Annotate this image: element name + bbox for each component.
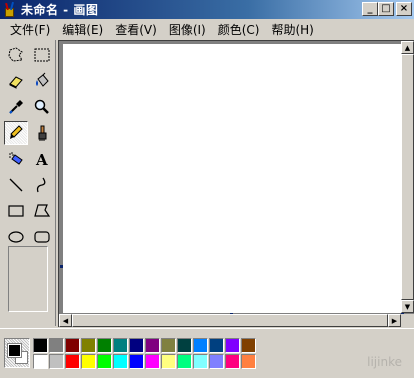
vertical-scroll-thumb[interactable] [401,54,414,300]
rect-select-tool[interactable] [30,43,54,67]
curve-icon [36,177,46,193]
palette-color-swatch[interactable] [81,338,96,353]
palette-color-swatch[interactable] [33,354,48,369]
palette-color-swatch[interactable] [209,338,224,353]
close-button[interactable]: × [396,2,412,16]
horizontal-scrollbar[interactable]: ◀ ▶ [59,314,401,327]
palette-color-swatch[interactable] [65,354,80,369]
palette-color-swatch[interactable] [193,354,208,369]
line-tool[interactable] [4,173,28,197]
fill-bucket-icon [36,72,49,87]
palette-color-swatch[interactable] [49,354,64,369]
palette-color-swatch[interactable] [177,338,192,353]
menu-edit[interactable]: 编辑(E) [56,21,109,38]
tool-options-panel[interactable] [8,246,48,312]
magnifier-tool[interactable] [30,95,54,119]
eraser-icon [9,76,23,89]
menu-view[interactable]: 查看(V) [109,21,163,38]
free-select-tool[interactable] [4,43,28,67]
airbrush-tool[interactable] [4,147,28,171]
window-title: 未命名 - 画图 [21,3,99,17]
magnifier-icon [34,99,49,114]
pencil-tool[interactable] [4,121,28,145]
color-picker-tool[interactable] [4,95,28,119]
palette-color-swatch[interactable] [161,338,176,353]
text-tool[interactable]: A [30,147,54,171]
palette-color-swatch[interactable] [145,354,160,369]
menu-image[interactable]: 图像(I) [163,21,212,38]
palette-color-swatch[interactable] [145,338,160,353]
rectangle-tool[interactable] [4,199,28,223]
curve-tool[interactable] [30,173,54,197]
rectangle-icon [8,205,24,217]
paint-app-icon[interactable] [2,1,18,18]
vertical-scrollbar[interactable]: ▲ ▼ [401,41,414,313]
ellipse-icon [8,231,24,243]
menu-file[interactable]: 文件(F) [4,21,56,38]
maximize-button[interactable]: □ [378,2,394,16]
resize-handle-left [60,265,63,268]
palette-color-swatch[interactable] [177,354,192,369]
line-icon [9,178,23,192]
palette-color-swatch[interactable] [225,354,240,369]
menu-colors[interactable]: 颜色(C) [212,21,266,38]
palette-color-swatch[interactable] [129,338,144,353]
polygon-icon [34,204,51,217]
rect-select-icon [34,48,50,62]
minimize-button[interactable]: _ [362,2,378,16]
palette-color-swatch[interactable] [161,354,176,369]
scrollbar-corner [401,314,414,327]
palette-color-swatch[interactable] [241,354,256,369]
scroll-right-button[interactable]: ▶ [388,314,401,327]
horizontal-scroll-thumb[interactable] [72,314,388,327]
menu-bar: 文件(F) 编辑(E) 查看(V) 图像(I) 颜色(C) 帮助(H) [0,19,414,39]
scroll-up-button[interactable]: ▲ [401,41,414,54]
airbrush-icon [9,152,23,165]
pencil-icon [10,125,23,139]
palette-color-swatch[interactable] [209,354,224,369]
scroll-left-button[interactable]: ◀ [59,314,72,327]
watermark-text: lijinke [367,355,402,369]
palette-color-swatch[interactable] [97,338,112,353]
text-icon: A [35,151,48,168]
palette-color-swatch[interactable] [81,354,96,369]
palette-color-swatch[interactable] [65,338,80,353]
drawing-canvas[interactable] [63,44,401,313]
palette-color-swatch[interactable] [113,354,128,369]
eraser-tool[interactable] [4,69,28,93]
current-colors[interactable] [4,338,30,368]
foreground-color-swatch[interactable] [7,343,22,358]
rounded-rect-icon [34,231,50,243]
brush-icon [38,125,47,141]
fill-tool[interactable] [30,69,54,93]
polygon-tool[interactable] [30,199,54,223]
title-bar[interactable]: 未命名 - 画图 _ □ × [0,0,414,19]
canvas-area: ▲ ▼ ◀ ▶ [58,40,414,327]
color-picker-icon [9,100,23,114]
free-select-icon [8,47,23,62]
toolbox: A [0,40,56,326]
color-palette-bar: lijinke [0,328,414,378]
palette-color-swatch[interactable] [113,338,128,353]
menu-help[interactable]: 帮助(H) [265,21,319,38]
palette-color-swatch[interactable] [241,338,256,353]
palette-color-swatch[interactable] [129,354,144,369]
palette-color-swatch[interactable] [33,338,48,353]
palette-color-swatch[interactable] [193,338,208,353]
palette-color-swatch[interactable] [49,338,64,353]
brush-tool[interactable] [30,121,54,145]
svg-text:A: A [35,151,48,168]
palette-color-swatch[interactable] [225,338,240,353]
color-swatches [33,338,256,369]
scroll-down-button[interactable]: ▼ [401,300,414,313]
palette-color-swatch[interactable] [97,354,112,369]
